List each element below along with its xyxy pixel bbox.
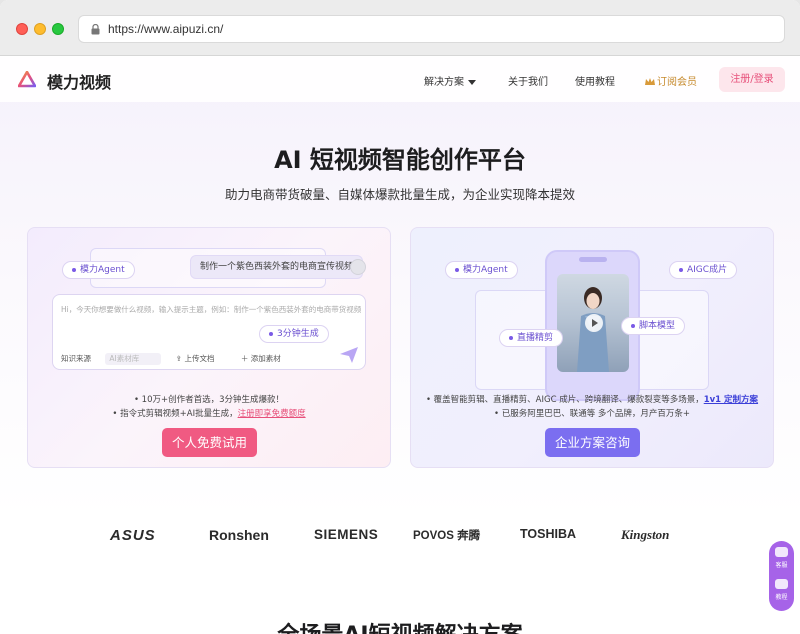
browser-window: https://www.aipuzi.cn/ 模力视频 解决方案 关于我们 使用… xyxy=(0,0,800,634)
bullet-1-text: 覆盖智能剪辑、直播精剪、AIGC 成片、跨境翻译、爆款裂变等多场景， xyxy=(433,395,704,405)
bullet-2: • 指令式剪辑视频+AI批量生成，注册即享免费额度 xyxy=(112,409,306,419)
send-icon[interactable] xyxy=(340,347,358,363)
lock-icon xyxy=(91,24,100,35)
hero-subtitle: 助力电商带货破量、自媒体爆款批量生成，为企业实现降本提效 xyxy=(224,187,575,202)
brand-logo-ronshen: Ronshen xyxy=(209,527,269,543)
hero-title: AI 短视频智能创作平台 xyxy=(274,146,526,174)
nav-solutions[interactable]: 解决方案 xyxy=(424,73,476,88)
brand-name[interactable]: 模力视频 xyxy=(47,69,111,93)
browser-toolbar: https://www.aipuzi.cn/ xyxy=(0,0,800,56)
signup-login-button[interactable]: 注册/登录 xyxy=(719,67,785,92)
brand-logo-icon[interactable] xyxy=(18,71,36,89)
dot-icon xyxy=(679,267,683,272)
prompt-bubble: 制作一个紫色西装外套的电商宣传视频 xyxy=(190,255,364,279)
enterprise-consult-button[interactable]: 企业方案咨询 xyxy=(545,428,640,457)
user-avatar-icon xyxy=(350,259,366,275)
chat-icon xyxy=(775,547,788,557)
pill-agent-label: 模力Agent xyxy=(80,265,125,275)
brand-logo-povos: POVOS 奔腾 xyxy=(413,530,481,542)
dot-icon xyxy=(631,323,635,328)
pill-agent-label: 模力Agent xyxy=(463,265,508,275)
add-material-label: 添加素材 xyxy=(250,354,281,363)
address-bar[interactable]: https://www.aipuzi.cn/ xyxy=(78,15,785,43)
dot-icon xyxy=(72,267,76,272)
url-text: https://www.aipuzi.cn/ xyxy=(108,22,224,36)
bullet-1-text: 10万+创作者首选，3分钟生成爆款！ xyxy=(141,395,285,405)
bullet-2-text: 已服务阿里巴巴、联通等 多个品牌，月产百万条+ xyxy=(501,409,691,419)
floating-help-widget[interactable]: 客服 教程 xyxy=(769,541,794,611)
close-window-button[interactable] xyxy=(16,23,28,35)
free-trial-button[interactable]: 个人免费试用 xyxy=(162,428,257,457)
play-icon[interactable] xyxy=(585,314,603,332)
dot-icon xyxy=(509,335,513,340)
pill-live-edit: 直播精剪 xyxy=(499,329,564,347)
bullet-2-text: 指令式剪辑视频+AI批量生成， xyxy=(120,409,238,419)
chevron-down-icon xyxy=(468,79,476,85)
bullet-1: • 10万+创作者首选，3分钟生成爆款！ xyxy=(133,395,285,405)
pill-3min-label: 3分钟生成 xyxy=(277,329,319,339)
bullet-1: • 覆盖智能剪辑、直播精剪、AIGC 成片、跨境翻译、爆款裂变等多场景，1v1 … xyxy=(425,395,759,405)
model-photo xyxy=(557,274,629,372)
minimize-window-button[interactable] xyxy=(34,23,46,35)
brand-logo-toshiba: TOSHIBA xyxy=(520,527,577,541)
nav-solutions-label: 解决方案 xyxy=(424,77,464,88)
maximize-window-button[interactable] xyxy=(52,23,64,35)
upload-doc-label: 上传文档 xyxy=(184,354,215,363)
input-toolbar: 知识来源 AI素材库 ⇪ 上传文档 ＋ 添加素材 xyxy=(61,353,305,365)
nav-tutorial[interactable]: 使用教程 xyxy=(575,73,615,88)
personal-bullets: • 10万+创作者首选，3分钟生成爆款！ • 指令式剪辑视频+AI批量生成，注册… xyxy=(28,393,390,421)
personal-card: 模力Agent 制作一个紫色西装外套的电商宣传视频 Hi，今天你想要做什么视频，… xyxy=(27,227,391,468)
pill-agent: 模力Agent xyxy=(445,261,518,279)
pill-agent: 模力Agent xyxy=(62,261,135,279)
nav-vip-label: 订阅会员 xyxy=(657,77,697,88)
brand-logo-asus: ASUS xyxy=(110,527,156,544)
dot-icon xyxy=(455,267,459,272)
custom-plan-link[interactable]: 1v1 定制方案 xyxy=(704,395,758,405)
nav-vip[interactable]: 订阅会员 xyxy=(645,73,697,88)
crown-icon xyxy=(645,78,655,85)
pill-script-model: 脚本模型 xyxy=(621,317,686,335)
pill-3min: 3分钟生成 xyxy=(259,325,329,343)
enterprise-card: 模力Agent AIGC成片 直播精剪 脚本模型 • 覆盖智能剪辑、直播精剪、A… xyxy=(410,227,774,468)
brand-logo-kingston: Kingston xyxy=(621,527,670,542)
partner-logos: ASUS Ronshen SIEMENS POVOS 奔腾 TOSHIBA Ki… xyxy=(0,527,800,551)
book-icon xyxy=(775,579,788,589)
customer-service-label: 客服 xyxy=(775,562,788,569)
ai-library-select[interactable]: AI素材库 xyxy=(105,353,162,365)
brand-logo-siemens: SIEMENS xyxy=(314,527,379,542)
pill-aigc-label: AIGC成片 xyxy=(687,265,728,275)
nav-about[interactable]: 关于我们 xyxy=(508,73,548,88)
enterprise-bullets: • 覆盖智能剪辑、直播精剪、AIGC 成片、跨境翻译、爆款裂变等多场景，1v1 … xyxy=(411,393,773,421)
free-quota-link[interactable]: 注册即享免费额度 xyxy=(238,409,306,419)
upload-doc-button[interactable]: ⇪ 上传文档 xyxy=(176,354,227,363)
pill-script-model-label: 脚本模型 xyxy=(639,321,676,331)
dot-icon xyxy=(269,331,273,336)
page-content: 模力视频 解决方案 关于我们 使用教程 订阅会员 注册/登录 AI 短视频智能创… xyxy=(0,57,800,634)
knowledge-source-label: 知识来源 xyxy=(61,354,91,363)
bullet-2: • 已服务阿里巴巴、联通等 多个品牌，月产百万条+ xyxy=(493,409,691,419)
pill-live-edit-label: 直播精剪 xyxy=(517,333,554,343)
top-nav: 模力视频 解决方案 关于我们 使用教程 订阅会员 注册/登录 xyxy=(0,57,800,102)
tutorial-label: 教程 xyxy=(775,594,788,601)
pill-aigc: AIGC成片 xyxy=(669,261,738,279)
phone-notch xyxy=(579,257,607,262)
add-material-button[interactable]: ＋ 添加素材 xyxy=(241,354,293,363)
prompt-placeholder: Hi，今天你想要做什么视频，输入提示主题，例如：制作一个紫色西装外套的电商带货视… xyxy=(61,305,362,314)
section-title: 全场景AI短视频解决方案 xyxy=(0,617,800,634)
